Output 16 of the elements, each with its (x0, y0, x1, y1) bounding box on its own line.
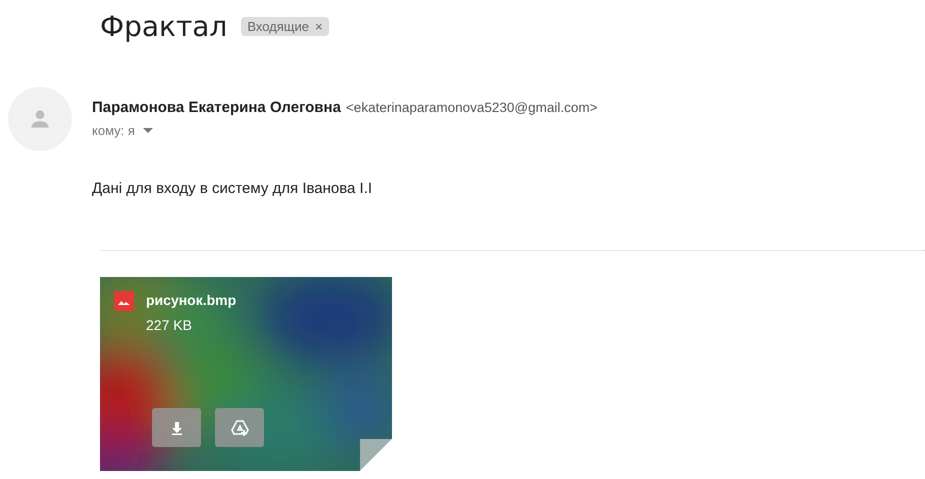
message-body: Дані для входу в систему для Іванова І.І (92, 180, 374, 197)
caret-icon[interactable] (142, 128, 153, 133)
save-to-drive-button[interactable] (215, 408, 264, 447)
label-chip: Входящие × (241, 16, 329, 36)
file-name: рисунок.bmp (146, 292, 236, 308)
remove-label-button[interactable]: × (314, 18, 323, 34)
drive-add-icon (230, 418, 250, 438)
recipient-text: кому: я (92, 123, 135, 138)
download-icon (170, 420, 184, 434)
file-size: 227 KB (146, 317, 193, 333)
sender-name: Парамонова Екатерина Олеговна (92, 99, 341, 116)
sender-email: <ekaterinaparamonova5230@gmail.com> (346, 100, 598, 115)
download-button[interactable] (152, 408, 201, 447)
attachment-card[interactable]: рисунок.bmp 227 KB (100, 277, 392, 471)
image-file-icon (114, 291, 134, 311)
subject-title: Фрактал (100, 10, 228, 42)
